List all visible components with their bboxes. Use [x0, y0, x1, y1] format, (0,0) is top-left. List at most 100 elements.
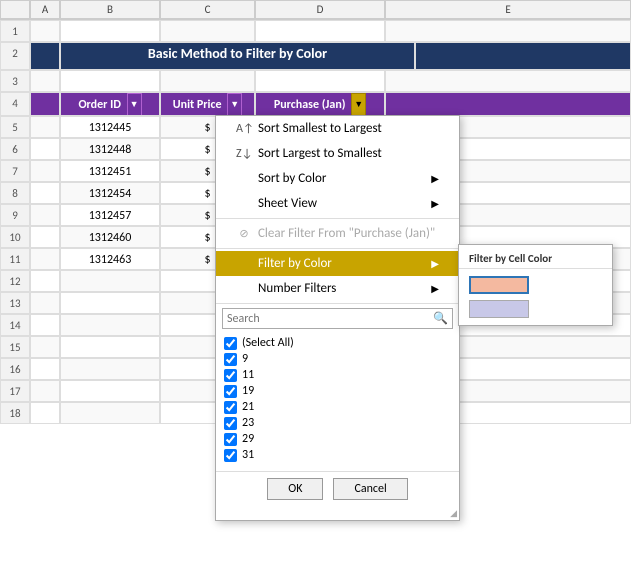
menu-sep-3 — [216, 303, 459, 304]
checkbox-9[interactable]: 9 — [224, 351, 451, 367]
row-num-7: 7 — [0, 160, 30, 182]
cell-b16 — [60, 358, 160, 380]
ok-button[interactable]: OK — [267, 478, 323, 500]
unit-price-dropdown[interactable]: ▼ — [227, 93, 242, 116]
color-swatch-salmon-item[interactable] — [459, 273, 612, 297]
submenu-title: Filter by Cell Color — [459, 249, 612, 269]
cell-a10 — [30, 226, 60, 248]
cell-b5: 1312445 — [60, 116, 160, 138]
checkbox-29-input[interactable] — [224, 433, 237, 446]
row-num-15: 15 — [0, 336, 30, 358]
cell-b7: 1312451 — [60, 160, 160, 182]
checkbox-23-input[interactable] — [224, 417, 237, 430]
cell-b1 — [60, 20, 160, 42]
search-input[interactable] — [227, 312, 433, 326]
search-box[interactable]: 🔍 — [222, 308, 453, 329]
checkbox-list: (Select All) 9 11 19 21 23 — [216, 333, 459, 467]
sheet-view-arrow: ▶ — [431, 197, 439, 210]
checkbox-11-input[interactable] — [224, 369, 237, 382]
cell-a13 — [30, 292, 60, 314]
menu-sep-2 — [216, 248, 459, 249]
cell-e1 — [385, 20, 631, 42]
cell-c3 — [160, 70, 255, 92]
checkbox-11[interactable]: 11 — [224, 367, 451, 383]
checkbox-31[interactable]: 31 — [224, 447, 451, 463]
cell-b12 — [60, 270, 160, 292]
color-swatch-salmon[interactable] — [469, 276, 529, 294]
sort-desc-icon: Z↓ — [236, 147, 252, 161]
title-row: 2 Basic Method to Filter by Color — [0, 42, 631, 70]
filter-color-arrow: ▶ — [431, 257, 439, 270]
cell-e2 — [415, 42, 631, 70]
row-num-10: 10 — [0, 226, 30, 248]
corner-cell — [0, 0, 30, 19]
clear-filter-icon: ⊘ — [236, 227, 252, 240]
col-header-a: A — [30, 0, 60, 19]
checkbox-21[interactable]: 21 — [224, 399, 451, 415]
header-row: 4 Order ID ▼ Unit Price ▼ Purchase (Jan)… — [0, 92, 631, 116]
cell-a4 — [30, 92, 60, 116]
cell-b17 — [60, 380, 160, 402]
filter-dropdown-menu: A↑ Sort Smallest to Largest Z↓ Sort Larg… — [215, 115, 460, 521]
row-num-3: 3 — [0, 70, 30, 92]
checkbox-select-all[interactable]: (Select All) — [224, 335, 451, 351]
cell-b13 — [60, 292, 160, 314]
menu-number-filters[interactable]: Number Filters ▶ — [216, 276, 459, 301]
cell-b18 — [60, 402, 160, 424]
header-order-id: Order ID ▼ — [60, 92, 160, 116]
search-icon: 🔍 — [433, 311, 448, 326]
menu-filter-by-color[interactable]: Filter by Color ▶ — [216, 251, 459, 276]
header-purchase-jan: Purchase (Jan) ▼ — [255, 92, 385, 116]
menu-sort-by-color[interactable]: Sort by Color ▶ — [216, 166, 459, 191]
row-num-1: 1 — [0, 20, 30, 42]
cell-a18 — [30, 402, 60, 424]
row-num-14: 14 — [0, 314, 30, 336]
row-num-5: 5 — [0, 116, 30, 138]
row-num-4: 4 — [0, 92, 30, 116]
sort-asc-icon: A↑ — [236, 122, 252, 136]
menu-sheet-view[interactable]: Sheet View ▶ — [216, 191, 459, 216]
dialog-buttons: OK Cancel — [216, 471, 459, 508]
cell-a14 — [30, 314, 60, 336]
col-header-c: C — [160, 0, 255, 19]
cancel-button[interactable]: Cancel — [333, 478, 407, 500]
row-num-16: 16 — [0, 358, 30, 380]
row-num-9: 9 — [0, 204, 30, 226]
menu-sort-asc[interactable]: A↑ Sort Smallest to Largest — [216, 116, 459, 141]
cell-a15 — [30, 336, 60, 358]
cell-b6: 1312448 — [60, 138, 160, 160]
checkbox-31-input[interactable] — [224, 449, 237, 462]
cell-b9: 1312457 — [60, 204, 160, 226]
title-cell: Basic Method to Filter by Color — [60, 42, 415, 70]
checkbox-23[interactable]: 23 — [224, 415, 451, 431]
menu-sort-desc[interactable]: Z↓ Sort Largest to Smallest — [216, 141, 459, 166]
row-num-12: 12 — [0, 270, 30, 292]
spreadsheet-container: A B C D E 1 2 Basic Method to Filter by … — [0, 0, 631, 584]
cell-a8 — [30, 182, 60, 204]
col-header-e: E — [385, 0, 631, 19]
cell-a12 — [30, 270, 60, 292]
checkbox-19-input[interactable] — [224, 385, 237, 398]
color-swatch-lavender[interactable] — [469, 300, 529, 318]
cell-b3 — [60, 70, 160, 92]
cell-b10: 1312460 — [60, 226, 160, 248]
checkbox-21-input[interactable] — [224, 401, 237, 414]
checkbox-29[interactable]: 29 — [224, 431, 451, 447]
checkbox-9-input[interactable] — [224, 353, 237, 366]
cell-b14 — [60, 314, 160, 336]
order-id-dropdown[interactable]: ▼ — [127, 93, 142, 116]
resize-handle[interactable]: ◢ — [216, 508, 459, 520]
cell-e4 — [385, 92, 631, 116]
cell-d3 — [255, 70, 385, 92]
checkbox-select-all-input[interactable] — [224, 337, 237, 350]
purchase-jan-dropdown[interactable]: ▼ — [351, 93, 366, 116]
row-num-2: 2 — [0, 42, 30, 70]
menu-clear-filter[interactable]: ⊘ Clear Filter From "Purchase (Jan)" — [216, 221, 459, 246]
menu-sep-1 — [216, 218, 459, 219]
color-swatch-lavender-item[interactable] — [459, 297, 612, 321]
cell-c1 — [160, 20, 255, 42]
checkbox-19[interactable]: 19 — [224, 383, 451, 399]
row-3: 3 — [0, 70, 631, 92]
cell-a11 — [30, 248, 60, 270]
cell-e3 — [385, 70, 631, 92]
